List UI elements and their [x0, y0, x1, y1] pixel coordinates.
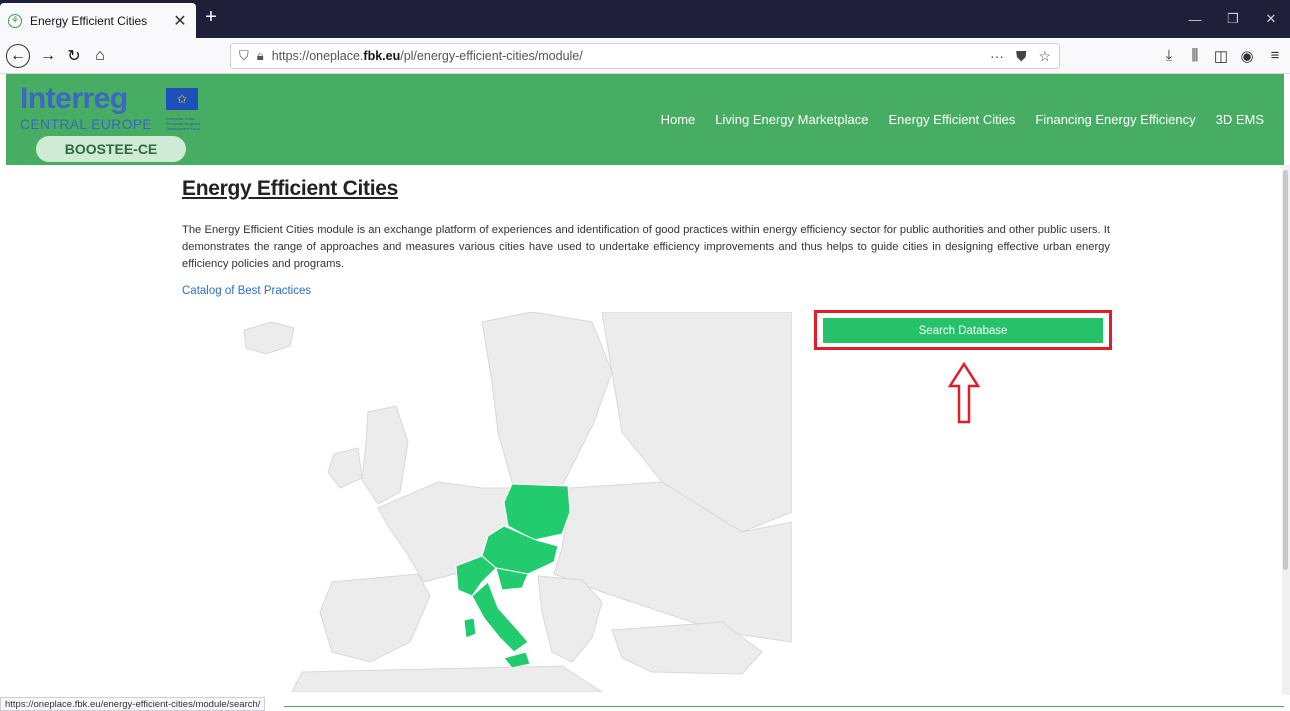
browser-toolbar: ← → ↻ ⌂ ⛉ 🔒︎ https://oneplace.fbk.eu/pl/…	[0, 38, 1290, 74]
status-bar: https://oneplace.fbk.eu/energy-efficient…	[0, 697, 1290, 711]
restore-icon[interactable]: ❐	[1214, 0, 1252, 38]
intro-paragraph: The Energy Efficient Cities module is an…	[182, 224, 1110, 270]
status-url: https://oneplace.fbk.eu/energy-efficient…	[0, 697, 266, 711]
browser-tab-bar: ⚘ Energy Efficient Cities ✕ + — ❐ ✕	[0, 0, 1290, 38]
account-icon[interactable]: ◉	[1238, 47, 1256, 65]
logo-wordmark: Interreg	[20, 82, 128, 115]
close-tab-icon[interactable]: ✕	[172, 11, 188, 31]
europe-map-svg	[182, 311, 793, 693]
window-controls: — ❐ ✕	[1176, 0, 1290, 38]
page-actions-icon[interactable]: ···	[990, 48, 1004, 65]
catalog-of-best-practices-link[interactable]: Catalog of Best Practices	[182, 285, 311, 297]
minimize-icon[interactable]: —	[1176, 0, 1214, 38]
favicon-icon: ⚘	[8, 13, 22, 28]
menu-item-living-energy-marketplace[interactable]: Living Energy Marketplace	[705, 112, 878, 127]
forward-arrow-icon[interactable]: →	[36, 44, 60, 68]
search-database-highlight: Search Database	[814, 310, 1112, 350]
reload-icon[interactable]: ↻	[62, 44, 86, 68]
europe-map[interactable]	[182, 311, 793, 693]
back-arrow-icon[interactable]: ←	[6, 44, 30, 68]
menu-item-3d-ems[interactable]: 3D EMS	[1206, 112, 1274, 127]
menu-item-financing-energy-efficiency[interactable]: Financing Energy Efficiency	[1025, 112, 1205, 127]
page-title: Energy Efficient Cities	[182, 177, 398, 200]
search-database-button[interactable]: Search Database	[823, 318, 1103, 343]
main-menu: Home Living Energy Marketplace Energy Ef…	[651, 112, 1274, 127]
home-icon[interactable]: ⌂	[88, 44, 112, 68]
library-icon[interactable]: ⫼	[1186, 47, 1204, 64]
lock-icon[interactable]: 🔒︎	[257, 48, 264, 64]
menu-hamburger-icon[interactable]: ≡	[1266, 47, 1284, 64]
shield-icon[interactable]: ⛉	[239, 48, 249, 64]
eu-flag-icon: ✩	[166, 88, 198, 110]
status-divider	[284, 706, 1284, 707]
sidebar-icon[interactable]: ◫	[1212, 47, 1230, 65]
menu-item-energy-efficient-cities[interactable]: Energy Efficient Cities	[878, 112, 1025, 127]
browser-tab[interactable]: ⚘ Energy Efficient Cities ✕	[0, 3, 196, 38]
map-region-sardinia	[463, 617, 477, 639]
scrollbar-thumb[interactable]	[1283, 170, 1288, 570]
page-scrollbar[interactable]	[1282, 165, 1290, 695]
new-tab-button[interactable]: +	[200, 6, 222, 29]
logo-subtitle: CENTRAL EUROPE	[20, 116, 153, 132]
url-bar[interactable]: ⛉ 🔒︎ https://oneplace.fbk.eu/pl/energy-e…	[230, 43, 1060, 69]
interreg-logo[interactable]: Interreg ✩ CENTRAL EUROPE European Union…	[20, 82, 220, 162]
pocket-icon[interactable]: ⛊	[1016, 48, 1027, 65]
tab-title: Energy Efficient Cities	[30, 13, 148, 28]
downloads-icon[interactable]: ⤓	[1160, 47, 1178, 64]
site-header: Interreg ✩ CENTRAL EUROPE European Union…	[6, 74, 1284, 165]
project-badge: BOOSTEE-CE	[36, 136, 186, 162]
url-text: https://oneplace.fbk.eu/pl/energy-effici…	[271, 49, 583, 63]
up-arrow-annotation-icon	[948, 362, 980, 424]
logo-fine-print: European Union European Regional Develop…	[166, 116, 201, 131]
bookmark-star-icon[interactable]: ☆	[1038, 48, 1051, 65]
menu-item-home[interactable]: Home	[651, 112, 706, 127]
window-close-icon[interactable]: ✕	[1252, 0, 1290, 38]
